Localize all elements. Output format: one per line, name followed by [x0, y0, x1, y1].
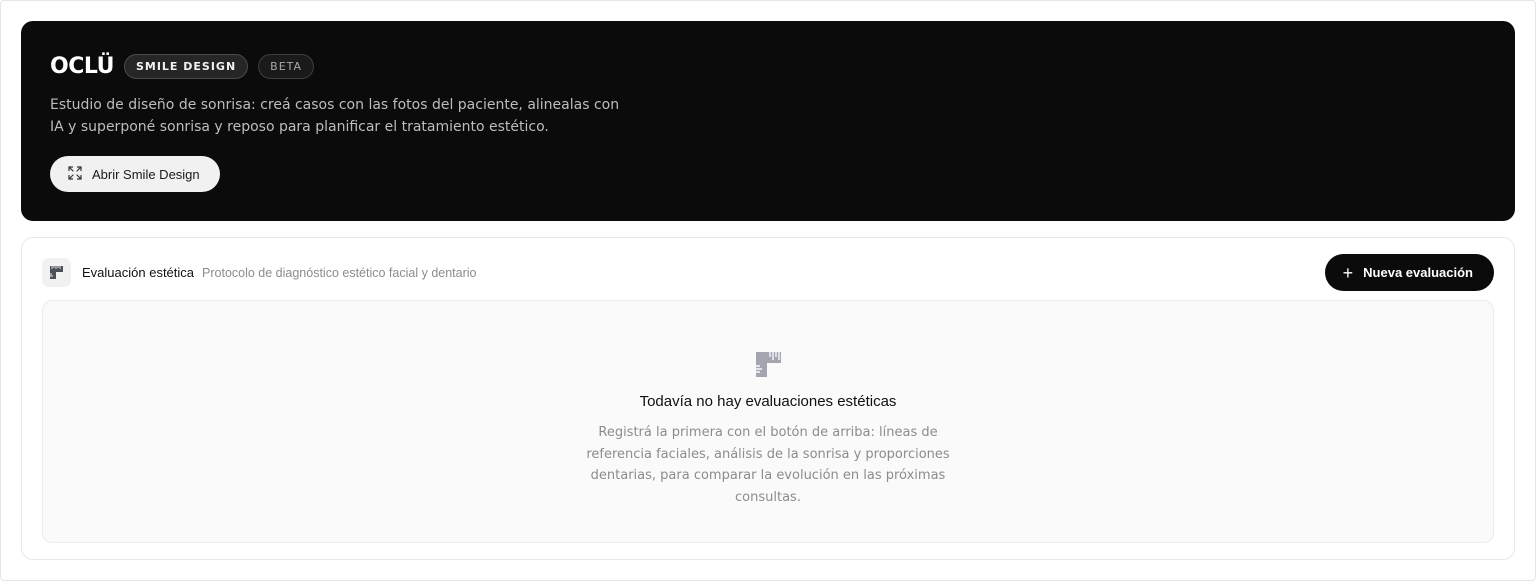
empty-state: Todavía no hay evaluaciones estéticas Re… — [42, 300, 1494, 543]
expand-icon — [67, 165, 83, 184]
open-smile-design-button[interactable]: Abrir Smile Design — [50, 156, 220, 192]
smile-design-hero: OCLÜ SMILE DESIGN BETA Estudio de diseño… — [21, 21, 1515, 221]
empty-state-title: Todavía no hay evaluaciones estéticas — [639, 393, 897, 410]
ruler-icon — [42, 258, 71, 287]
evaluation-header: Evaluación estética Protocolo de diagnós… — [42, 258, 477, 287]
hero-description: Estudio de diseño de sonrisa: creá casos… — [50, 97, 620, 135]
open-smile-design-label: Abrir Smile Design — [92, 166, 200, 182]
evaluation-subtitle: Protocolo de diagnóstico estético facial… — [202, 265, 477, 280]
brand-logo: OCLÜ — [50, 53, 114, 79]
new-evaluation-button[interactable]: + Nueva evaluación — [1324, 254, 1494, 291]
aesthetic-evaluation-card: Evaluación estética Protocolo de diagnós… — [21, 237, 1515, 560]
new-evaluation-label: Nueva evaluación — [1363, 265, 1473, 280]
hero-header: OCLÜ SMILE DESIGN BETA — [50, 51, 1486, 81]
smile-design-badge: SMILE DESIGN — [123, 53, 249, 79]
evaluation-title: Evaluación estética — [82, 265, 195, 280]
empty-state-description: Registrá la primera con el botón de arri… — [586, 425, 950, 505]
beta-badge: BETA — [258, 53, 315, 79]
ruler-icon — [755, 351, 782, 383]
plus-icon: + — [1342, 262, 1354, 283]
